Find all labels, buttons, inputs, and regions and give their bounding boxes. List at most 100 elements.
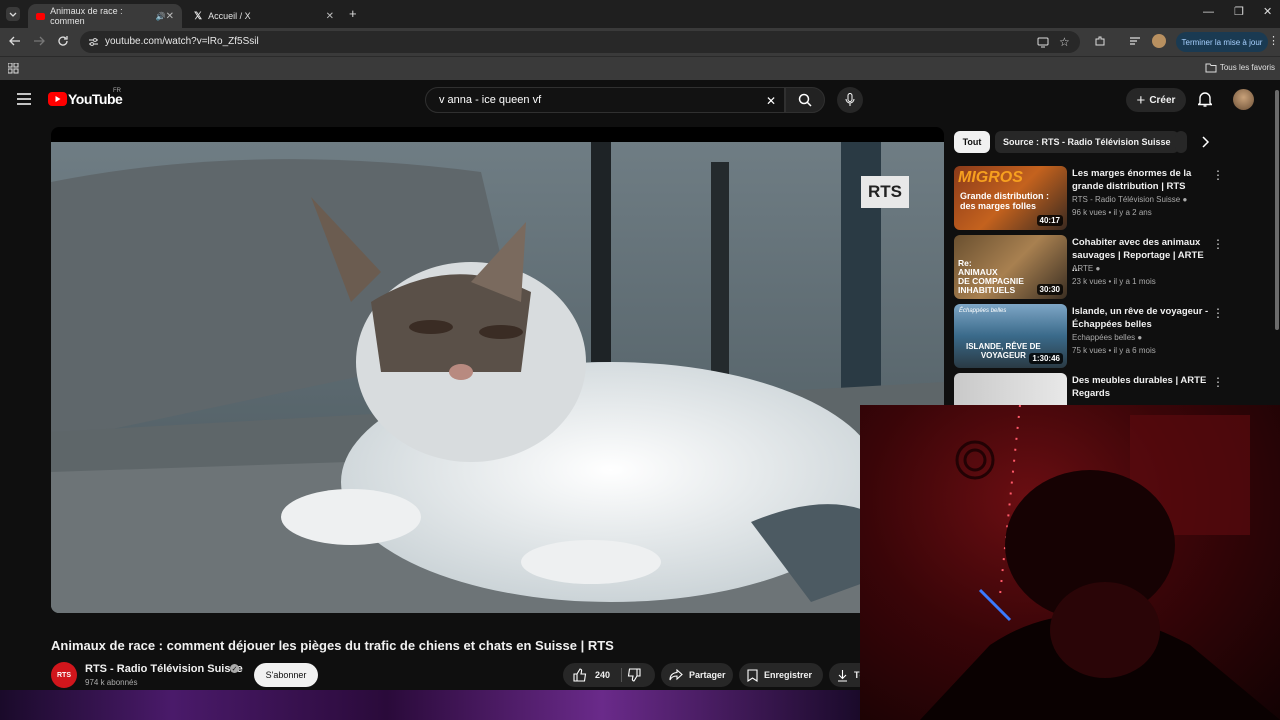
- url-field[interactable]: youtube.com/watch?v=lRo_Zf5Ssil ☆: [80, 31, 1080, 53]
- video-title: Animaux de race : comment déjouer les pi…: [51, 638, 614, 653]
- youtube-header: YouTube FR v anna - ice queen vf ✕ + Cré…: [0, 80, 1280, 120]
- close-tab-icon[interactable]: ✕: [326, 11, 334, 22]
- video-thumbnail[interactable]: Re: ANIMAUX DE COMPAGNIE INHABITUELS 30:…: [954, 235, 1067, 299]
- more-actions-icon[interactable]: ⋮: [1212, 168, 1224, 182]
- save-label: Enregistrer: [764, 670, 813, 680]
- duration-badge: 30:30: [1036, 284, 1063, 295]
- video-thumbnail[interactable]: Échappées belles ISLANDE, RÊVE DE VOYAGE…: [954, 304, 1067, 368]
- chip-all[interactable]: Tout: [954, 131, 990, 153]
- more-actions-icon[interactable]: ⋮: [1212, 237, 1224, 251]
- channel-avatar[interactable]: RTS: [51, 662, 77, 688]
- chip-more[interactable]: [1175, 131, 1187, 153]
- share-button[interactable]: Partager: [661, 663, 733, 687]
- create-button[interactable]: + Créer: [1126, 88, 1186, 112]
- back-icon[interactable]: [9, 35, 21, 47]
- channel-name[interactable]: RTS - Radio Télévision Suisse: [85, 663, 243, 675]
- divider: [621, 668, 622, 682]
- user-avatar[interactable]: [1233, 89, 1254, 110]
- youtube-favicon-icon: [36, 12, 46, 20]
- recommendation-item[interactable]: MIGROS Grande distribution : des marges …: [954, 166, 1254, 230]
- search-button[interactable]: [785, 87, 825, 113]
- duration-badge: 1:30:46: [1029, 353, 1063, 364]
- recommendation-channel: ARTE ●: [1072, 264, 1101, 273]
- thumbs-up-icon: [573, 668, 587, 682]
- x-favicon-icon: 𝕏: [194, 10, 203, 22]
- voice-search-button[interactable]: [837, 87, 863, 113]
- bookmark-star-icon[interactable]: ☆: [1059, 35, 1070, 49]
- search-icon: [798, 93, 812, 107]
- notifications-bell-icon[interactable]: [1198, 91, 1212, 107]
- forward-icon[interactable]: [33, 35, 45, 47]
- tab-label: Animaux de race : commen: [50, 6, 123, 26]
- recommendation-title[interactable]: Des meubles durables | ARTE Regards: [1072, 374, 1212, 400]
- share-icon: [669, 669, 683, 681]
- verified-icon: ●: [1182, 195, 1188, 204]
- like-count: 240: [595, 670, 611, 680]
- tab-youtube[interactable]: Animaux de race : commen 🔊 ✕: [28, 4, 182, 28]
- region-code: FR: [113, 88, 121, 94]
- thumb-brand: Échappées belles: [959, 308, 1007, 314]
- tab-label: Accueil / X: [208, 11, 251, 21]
- new-tab-icon[interactable]: +: [349, 6, 357, 21]
- site-info-icon[interactable]: [88, 37, 99, 47]
- plus-icon: +: [1136, 91, 1146, 109]
- thumb-caption: Re: ANIMAUX DE COMPAGNIE INHABITUELS: [958, 258, 1024, 295]
- tab-search-button[interactable]: [6, 7, 20, 21]
- duration-badge: 40:17: [1036, 215, 1063, 226]
- recommendation-meta: 23 k vues • il y a 1 mois: [1072, 277, 1156, 286]
- recommendation-channel: Echappées belles ●: [1072, 333, 1143, 342]
- cast-icon[interactable]: [1037, 36, 1049, 48]
- video-player[interactable]: RTS: [51, 127, 944, 613]
- recommendation-title[interactable]: Les marges énormes de la grande distribu…: [1072, 167, 1212, 193]
- rts-watermark: RTS: [861, 176, 909, 208]
- more-menu-icon[interactable]: ⋮: [1268, 34, 1279, 47]
- all-bookmarks-link[interactable]: Tous les favoris: [1220, 63, 1275, 72]
- more-actions-icon[interactable]: ⋮: [1212, 375, 1224, 389]
- thumb-headline: MIGROS: [958, 169, 1023, 186]
- tab-x[interactable]: 𝕏 Accueil / X ✕: [186, 4, 342, 28]
- microphone-icon: [845, 93, 855, 106]
- subscribe-button[interactable]: S'abonner: [254, 663, 318, 687]
- chevron-right-icon[interactable]: [1200, 136, 1210, 148]
- close-window-icon[interactable]: ✕: [1263, 5, 1272, 18]
- stream-overlay-strip: [0, 690, 860, 720]
- youtube-logo-icon[interactable]: [48, 92, 67, 106]
- thumbs-down-icon: [627, 668, 641, 682]
- dislike-button[interactable]: [627, 668, 641, 682]
- verified-icon: ●: [1137, 333, 1143, 342]
- recommendation-meta: 96 k vues • il y a 2 ans: [1072, 208, 1152, 217]
- video-frame: RTS: [51, 142, 944, 613]
- restore-icon[interactable]: ❐: [1234, 5, 1244, 18]
- update-button[interactable]: Terminer la mise à jour: [1176, 32, 1268, 52]
- address-toolbar: youtube.com/watch?v=lRo_Zf5Ssil ☆ Termin…: [0, 28, 1280, 56]
- chip-source[interactable]: Source : RTS - Radio Télévision Suisse: [995, 131, 1179, 153]
- menu-icon[interactable]: [17, 93, 31, 105]
- profile-avatar[interactable]: [1152, 34, 1166, 48]
- video-thumbnail[interactable]: MIGROS Grande distribution : des marges …: [954, 166, 1067, 230]
- reload-icon[interactable]: [57, 35, 69, 47]
- cat-on-sofa-image: [51, 142, 944, 613]
- speaker-icon[interactable]: 🔊: [156, 12, 166, 21]
- apps-grid-icon[interactable]: [8, 63, 19, 74]
- recommendation-item[interactable]: Échappées belles ISLANDE, RÊVE DE VOYAGE…: [954, 304, 1254, 368]
- like-button[interactable]: 240: [563, 663, 621, 687]
- download-icon: [838, 669, 847, 682]
- close-tab-icon[interactable]: ✕: [166, 11, 174, 22]
- share-label: Partager: [689, 670, 726, 680]
- minimize-icon[interactable]: —: [1203, 6, 1214, 18]
- more-actions-icon[interactable]: ⋮: [1212, 306, 1224, 320]
- bookmarks-bar: Tous les favoris: [0, 56, 1280, 80]
- create-label: Créer: [1149, 94, 1176, 106]
- clear-search-icon[interactable]: ✕: [766, 94, 776, 108]
- save-button[interactable]: Enregistrer: [739, 663, 823, 687]
- url-text: youtube.com/watch?v=lRo_Zf5Ssil: [105, 36, 259, 47]
- chevron-down-icon: [9, 12, 17, 17]
- extensions-icon[interactable]: [1094, 35, 1106, 47]
- bookmark-icon: [747, 668, 758, 682]
- thumb-caption: Grande distribution : des marges folles: [960, 191, 1049, 211]
- page-scrollbar[interactable]: [1275, 90, 1279, 330]
- reading-list-icon[interactable]: [1129, 35, 1141, 47]
- recommendation-title[interactable]: Islande, un rêve de voyageur - Échappées…: [1072, 305, 1212, 331]
- search-input[interactable]: v anna - ice queen vf ✕: [425, 87, 785, 113]
- recommendation-item[interactable]: Re: ANIMAUX DE COMPAGNIE INHABITUELS 30:…: [954, 235, 1254, 299]
